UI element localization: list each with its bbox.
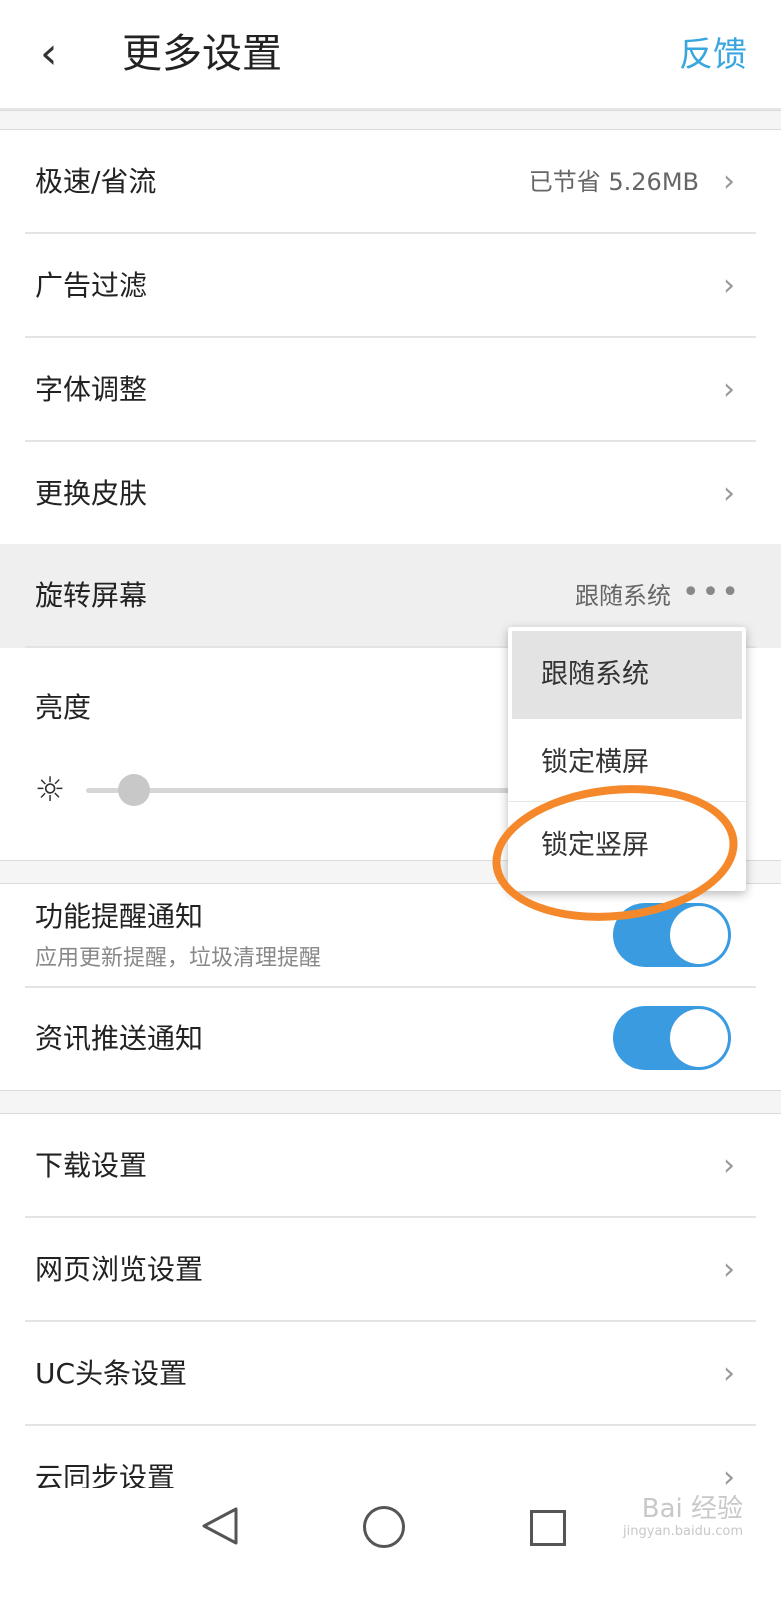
brightness-label: 亮度 bbox=[35, 691, 92, 724]
baidu-jingyan-watermark: Bai 经验 jingyan.baidu.com bbox=[623, 1494, 743, 1540]
settings-item-subtitle: 应用更新提醒，垃圾清理提醒 bbox=[35, 946, 322, 971]
app-header bbox=[0, 0, 781, 110]
settings-item-label: 字体调整 bbox=[35, 373, 148, 406]
settings-item-label: 下载设置 bbox=[35, 1149, 148, 1182]
settings-item-font-size[interactable]: 字体调整 › bbox=[0, 338, 781, 442]
watermark-text: Bai 经验 bbox=[641, 1494, 743, 1524]
settings-item-download[interactable]: 下载设置 › bbox=[0, 1114, 781, 1218]
chevron-right-icon: › bbox=[723, 476, 735, 511]
data-saved-value: 已节省 5.26MB bbox=[528, 168, 699, 196]
settings-item-label: 更换皮肤 bbox=[35, 477, 148, 510]
settings-item-label: 广告过滤 bbox=[35, 269, 148, 302]
menu-option-follow-system[interactable]: 跟随系统 bbox=[512, 631, 742, 719]
section-gap bbox=[0, 1090, 781, 1114]
settings-item-speed-saving[interactable]: 极速/省流 已节省 5.26MB › bbox=[0, 130, 781, 234]
chevron-right-icon: › bbox=[723, 372, 735, 407]
news-push-toggle[interactable] bbox=[613, 1006, 731, 1070]
settings-item-label: UC头条设置 bbox=[35, 1357, 188, 1390]
settings-item-label: 资讯推送通知 bbox=[35, 1022, 204, 1055]
chevron-right-icon: › bbox=[723, 268, 735, 303]
settings-item-label: 网页浏览设置 bbox=[35, 1253, 204, 1286]
chevron-right-icon: › bbox=[723, 164, 735, 199]
watermark-url: jingyan.baidu.com bbox=[623, 1524, 743, 1539]
section-gap bbox=[0, 110, 781, 130]
settings-item-web-browsing[interactable]: 网页浏览设置 › bbox=[0, 1218, 781, 1322]
chevron-right-icon: › bbox=[723, 1356, 735, 1391]
toggle-knob bbox=[670, 1009, 728, 1067]
settings-item-skin[interactable]: 更换皮肤 › bbox=[0, 442, 781, 546]
settings-item-ad-filter[interactable]: 广告过滤 › bbox=[0, 234, 781, 338]
settings-item-label: 极速/省流 bbox=[35, 165, 157, 198]
back-triangle-icon[interactable] bbox=[198, 1506, 242, 1546]
settings-item-uc-headlines[interactable]: UC头条设置 › bbox=[0, 1322, 781, 1426]
settings-item-label: 功能提醒通知 bbox=[35, 900, 204, 933]
settings-item-label: 旋转屏幕 bbox=[35, 579, 148, 612]
feedback-button[interactable]: 反馈 bbox=[679, 30, 747, 80]
page-title: 更多设置 bbox=[122, 31, 282, 77]
chevron-right-icon: › bbox=[723, 1252, 735, 1287]
recents-square-icon[interactable] bbox=[530, 1510, 566, 1546]
toggle-knob bbox=[670, 906, 728, 964]
chevron-right-icon: › bbox=[723, 1148, 735, 1183]
back-icon[interactable]: ‹ bbox=[40, 28, 80, 80]
brightness-slider-thumb[interactable] bbox=[118, 774, 150, 806]
sun-icon: ☼ bbox=[34, 770, 66, 810]
home-circle-icon[interactable] bbox=[363, 1506, 405, 1548]
